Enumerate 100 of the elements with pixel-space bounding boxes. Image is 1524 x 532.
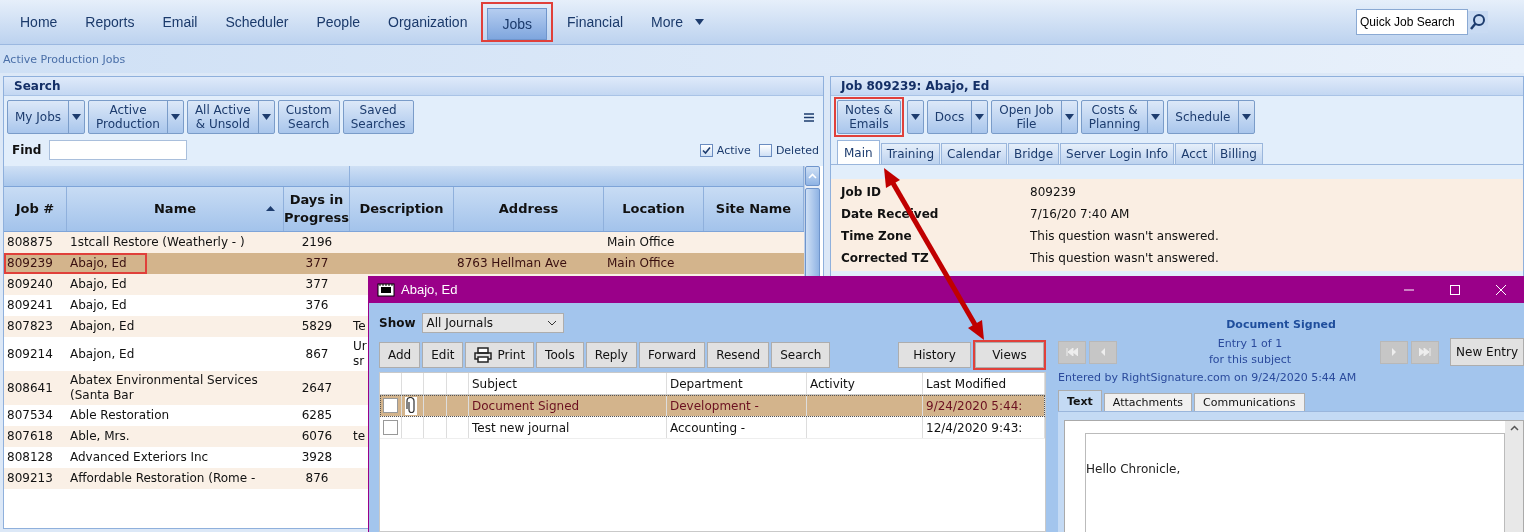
days-cell: 377 bbox=[305, 277, 329, 292]
column-header[interactable]: Job # bbox=[4, 187, 67, 231]
location-cell: Main Office bbox=[607, 256, 675, 271]
journal-row[interactable]: Test new journal Accounting - 12/4/2020 9:43: bbox=[380, 417, 1045, 439]
journal-row[interactable]: Document Signed Development - 9/24/2020 5:44: bbox=[380, 395, 1045, 417]
query-button[interactable]: All Active & Unsold bbox=[186, 100, 275, 134]
tab[interactable]: Calendar bbox=[941, 143, 1007, 164]
last-entry-button[interactable] bbox=[1411, 340, 1440, 364]
toolbar-button[interactable]: Print bbox=[465, 342, 535, 368]
job-number-cell: 808128 bbox=[7, 450, 53, 465]
field-value: This question wasn't answered. bbox=[1030, 251, 1219, 265]
quick-search-field[interactable]: Quick Job Search bbox=[1356, 9, 1468, 35]
tab[interactable]: Server Login Info bbox=[1060, 143, 1175, 164]
name-cell: Abajon, Ed bbox=[70, 346, 135, 362]
chevron-down-icon bbox=[975, 114, 985, 120]
days-cell: 876 bbox=[305, 471, 329, 486]
view-button[interactable]: Views bbox=[975, 342, 1044, 368]
query-button[interactable]: Saved Searches bbox=[342, 100, 414, 134]
job-action-button[interactable]: Schedule bbox=[1167, 100, 1255, 134]
text-editor[interactable]: Hello Chronicle, bbox=[1064, 420, 1524, 532]
checkbox[interactable] bbox=[699, 143, 713, 157]
tab[interactable]: Main bbox=[837, 140, 880, 164]
find-field[interactable] bbox=[49, 140, 188, 160]
toolbar-button[interactable]: Search bbox=[771, 342, 831, 368]
search-icon[interactable] bbox=[1468, 11, 1488, 33]
column-header[interactable]: Department bbox=[667, 373, 807, 394]
toolbar-button[interactable]: Add bbox=[379, 342, 421, 368]
nav-tab[interactable]: Scheduler bbox=[211, 8, 303, 36]
chevron-down-icon bbox=[910, 114, 920, 120]
triangle-left-icon bbox=[1100, 348, 1106, 356]
column-header[interactable]: Description bbox=[350, 187, 454, 231]
window-title: Abajo, Ed bbox=[401, 282, 458, 297]
checkbox[interactable] bbox=[383, 420, 398, 435]
nav-tab[interactable]: People bbox=[302, 8, 375, 36]
find-label: Find bbox=[12, 143, 42, 157]
column-header[interactable]: Address bbox=[454, 187, 604, 231]
nav-tab[interactable]: Email bbox=[148, 8, 212, 36]
view-button[interactable]: History bbox=[898, 342, 971, 368]
toolbar-button[interactable]: Resend bbox=[707, 342, 770, 368]
tab[interactable]: Bridge bbox=[1008, 143, 1060, 164]
show-label: Show bbox=[379, 316, 416, 330]
checkbox[interactable] bbox=[383, 398, 398, 413]
entry-author: Entered by RightSignature.com on 9/24/2020 5:44 AM bbox=[1058, 371, 1358, 384]
job-number-cell: 808641 bbox=[7, 380, 53, 396]
dropdown-button[interactable] bbox=[906, 100, 924, 134]
journal-filter-select[interactable]: All Journals bbox=[421, 313, 564, 333]
column-header[interactable]: Last Modified bbox=[923, 373, 1045, 394]
tab[interactable]: Attachments bbox=[1103, 393, 1193, 411]
triangle-right-icon bbox=[1391, 348, 1398, 356]
toolbar-button[interactable]: Edit bbox=[422, 342, 464, 368]
nav-tab[interactable]: Organization bbox=[374, 8, 482, 36]
query-button[interactable]: My Jobs bbox=[7, 100, 86, 134]
tab[interactable]: Billing bbox=[1214, 143, 1263, 164]
previous-entry-button[interactable] bbox=[1089, 340, 1117, 364]
days-cell: 2196 bbox=[301, 235, 333, 250]
column-header[interactable]: Name bbox=[67, 187, 284, 231]
nav-tab[interactable]: Jobs bbox=[487, 8, 547, 40]
new-entry-button[interactable]: New Entry bbox=[1450, 338, 1524, 366]
name-cell: Abajo, Ed bbox=[70, 277, 127, 292]
query-button[interactable]: Custom Search bbox=[277, 100, 340, 134]
job-action-button[interactable]: Docs bbox=[926, 100, 989, 134]
nav-tab[interactable]: Reports bbox=[71, 8, 149, 36]
column-header[interactable]: Location bbox=[604, 187, 704, 231]
table-row[interactable]: 809239 Abajo, Ed 377 8763 Hellman Ave Main Office bbox=[4, 253, 804, 274]
field-value: This question wasn't answered. bbox=[1030, 229, 1219, 243]
tab[interactable]: Acct bbox=[1175, 143, 1214, 164]
job-action-button[interactable]: Open Job File bbox=[991, 100, 1078, 134]
scroll-up-icon[interactable] bbox=[1509, 425, 1519, 431]
days-cell: 6285 bbox=[301, 408, 333, 423]
toolbar-button[interactable]: Tools bbox=[536, 342, 584, 368]
column-header[interactable]: Subject bbox=[469, 373, 667, 394]
tab[interactable]: Text bbox=[1058, 390, 1102, 411]
entry-counter: Entry 1 of 1 for this subject bbox=[1208, 336, 1293, 368]
nav-tab[interactable]: Financial bbox=[553, 8, 638, 36]
days-cell: 2647 bbox=[301, 380, 333, 396]
tab[interactable]: Training bbox=[880, 143, 940, 164]
skip-back-icon bbox=[1066, 348, 1078, 356]
toolbar-button[interactable]: Forward bbox=[638, 342, 706, 368]
job-action-button[interactable]: Notes & Emails bbox=[837, 100, 901, 134]
table-row[interactable]: 808875 1stcall Restore (Weatherly - ) 2196 Main Office bbox=[4, 232, 804, 253]
name-cell: Able Restoration bbox=[70, 408, 170, 423]
tab[interactable]: Communications bbox=[1194, 393, 1305, 411]
modified-cell: 9/24/2020 5:44: bbox=[926, 398, 1023, 413]
chevron-down-icon bbox=[1151, 114, 1161, 120]
nav-tab[interactable]: More bbox=[637, 8, 718, 36]
menu-icon[interactable] bbox=[804, 112, 814, 122]
next-entry-button[interactable] bbox=[1380, 340, 1409, 364]
checkbox[interactable] bbox=[758, 143, 772, 157]
query-button[interactable]: Active Production bbox=[88, 100, 184, 134]
column-header[interactable]: Days in Progress bbox=[284, 187, 350, 231]
first-entry-button[interactable] bbox=[1058, 340, 1086, 364]
name-cell: Abajo, Ed bbox=[70, 298, 127, 313]
job-action-button[interactable]: Costs & Planning bbox=[1080, 100, 1165, 134]
job-number-cell: 809239 bbox=[7, 256, 53, 271]
subject-cell: Test new journal bbox=[472, 420, 570, 435]
toolbar-button[interactable]: Reply bbox=[585, 342, 637, 368]
chevron-down-icon bbox=[546, 320, 557, 326]
nav-tab[interactable]: Home bbox=[6, 8, 72, 36]
description-cell-text: Te bbox=[353, 319, 367, 334]
column-header[interactable]: Activity bbox=[807, 373, 923, 394]
